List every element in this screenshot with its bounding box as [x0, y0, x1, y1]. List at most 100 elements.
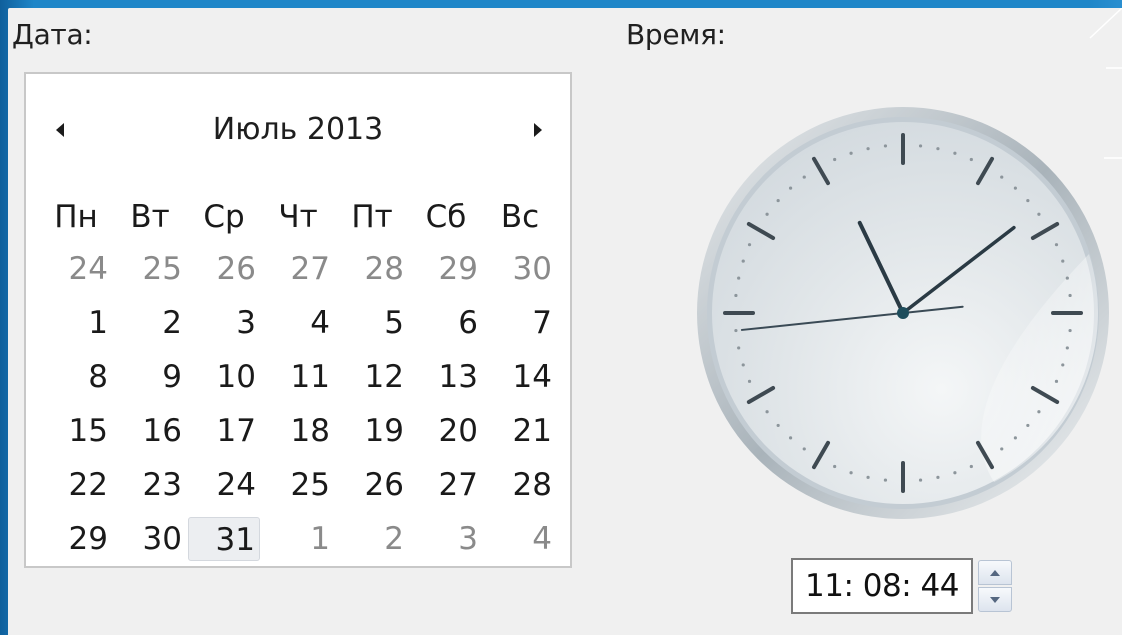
minute-dot — [737, 276, 741, 280]
minute-dot — [936, 475, 940, 479]
analog-clock — [697, 107, 1109, 519]
calendar-day[interactable]: 1 — [262, 517, 334, 561]
minute-dot — [833, 464, 837, 469]
minute-dot — [747, 379, 752, 383]
calendar-day[interactable]: 11 — [262, 355, 334, 399]
minute-dot — [1013, 186, 1018, 190]
calendar-day[interactable]: 5 — [336, 301, 408, 345]
weekday-tue: Вт — [130, 199, 170, 235]
calendar-day[interactable]: 18 — [262, 409, 334, 453]
calendar-day[interactable]: 24 — [188, 463, 260, 507]
calendar-day[interactable]: 3 — [188, 301, 260, 345]
calendar-day[interactable]: 17 — [188, 409, 260, 453]
calendar-day[interactable]: 30 — [484, 247, 556, 291]
minute-dot — [1000, 447, 1004, 451]
background-decoration — [1089, 8, 1122, 159]
next-month-button[interactable] — [526, 116, 550, 144]
minute-dot — [788, 186, 793, 190]
calendar-day[interactable]: 1 — [40, 301, 112, 345]
calendar-day[interactable]: 25 — [114, 247, 186, 291]
minute-dot — [1061, 363, 1065, 367]
calendar-day[interactable]: 22 — [40, 463, 112, 507]
calendar-day[interactable]: 10 — [188, 355, 260, 399]
minute-dot — [802, 175, 806, 179]
calendar-week-row: 8 9 10 11 12 13 14 — [40, 350, 558, 404]
calendar-day[interactable]: 26 — [188, 247, 260, 291]
minute-dot — [1054, 243, 1059, 247]
calendar-day[interactable]: 2 — [114, 301, 186, 345]
calendar-header: Июль 2013 — [26, 108, 570, 152]
calendar-day[interactable]: 26 — [336, 463, 408, 507]
calendar-day[interactable]: 21 — [484, 409, 556, 453]
calendar-week-row: 1234567 — [40, 296, 558, 350]
calendar-day[interactable]: 29 — [40, 517, 112, 561]
calendar-day[interactable]: 27 — [262, 247, 334, 291]
minute-dot — [1026, 423, 1030, 428]
weekday-fri: Пт — [351, 199, 393, 235]
calendar-day[interactable]: 4 — [484, 517, 556, 561]
minute-dot — [734, 293, 738, 298]
calendar-day-today[interactable]: 31 — [188, 517, 260, 561]
minute-dot — [1065, 346, 1069, 350]
calendar-day[interactable]: 24 — [40, 247, 112, 291]
minute-dot — [883, 144, 888, 148]
time-decrement-button[interactable] — [978, 587, 1012, 612]
arrow-up-icon — [990, 569, 1000, 576]
minute-dot — [866, 475, 870, 479]
time-increment-button[interactable] — [978, 560, 1012, 585]
minute-dot — [918, 478, 923, 482]
month-title[interactable]: Июль 2013 — [26, 112, 570, 147]
calendar-day[interactable]: 9 — [114, 355, 186, 399]
minute-dot — [953, 151, 957, 155]
minute-dot — [936, 147, 940, 151]
weekday-wed: Ср — [203, 199, 245, 235]
calendar-week-row: 29 30 31 1 2 3 4 — [40, 512, 558, 566]
minute-dot — [969, 157, 973, 162]
calendar-day[interactable]: 19 — [336, 409, 408, 453]
calendar-day[interactable]: 4 — [262, 301, 334, 345]
minute-dot — [737, 346, 741, 350]
minute-dot — [969, 464, 973, 469]
calendar-day[interactable]: 28 — [336, 247, 408, 291]
minute-dot — [883, 478, 888, 482]
calendar-week-row: 15 16 17 18 19 20 21 — [40, 404, 558, 458]
minute-dot — [765, 212, 769, 216]
weekday-thu: Чт — [278, 199, 318, 235]
time-label: Время: — [626, 18, 726, 51]
calendar-day[interactable]: 30 — [114, 517, 186, 561]
calendar-day[interactable]: 8 — [40, 355, 112, 399]
minute-dot — [1068, 328, 1072, 333]
calendar-day[interactable]: 29 — [410, 247, 482, 291]
minute-dot — [1061, 259, 1065, 263]
calendar-day[interactable]: 16 — [114, 409, 186, 453]
time-input[interactable]: 11: 08: 44 — [791, 558, 973, 614]
minute-dot — [788, 436, 793, 440]
calendar-day[interactable]: 14 — [484, 355, 556, 399]
minute-dot — [776, 198, 780, 203]
calendar-day[interactable]: 13 — [410, 355, 482, 399]
minute-dot — [776, 423, 780, 428]
date-label: Дата: — [12, 18, 93, 51]
arrow-down-icon — [990, 596, 1000, 603]
minute-dot — [1065, 276, 1069, 280]
calendar-day[interactable]: 12 — [336, 355, 408, 399]
calendar-day[interactable]: 28 — [484, 463, 556, 507]
date-time-panel: Дата: Время: Июль 2013 Пн Вт Ср Чт Пт Сб… — [8, 8, 1122, 635]
calendar-day[interactable]: 27 — [410, 463, 482, 507]
calendar-day[interactable]: 6 — [410, 301, 482, 345]
minute-dot — [866, 147, 870, 151]
calendar-day[interactable]: 3 — [410, 517, 482, 561]
calendar-day[interactable]: 25 — [262, 463, 334, 507]
calendar-day[interactable]: 20 — [410, 409, 482, 453]
minute-dot — [1054, 379, 1059, 383]
calendar-week-row: 24 25 26 27 28 29 30 — [40, 242, 558, 296]
minute-dot — [741, 259, 745, 263]
time-spinner — [978, 560, 1012, 612]
calendar-day[interactable]: 23 — [114, 463, 186, 507]
calendar-day[interactable]: 7 — [484, 301, 556, 345]
minute-dot — [747, 243, 752, 247]
calendar-day[interactable]: 2 — [336, 517, 408, 561]
clock-center-hub — [897, 307, 909, 319]
calendar-day[interactable]: 15 — [40, 409, 112, 453]
weekday-mon: Пн — [54, 199, 98, 235]
